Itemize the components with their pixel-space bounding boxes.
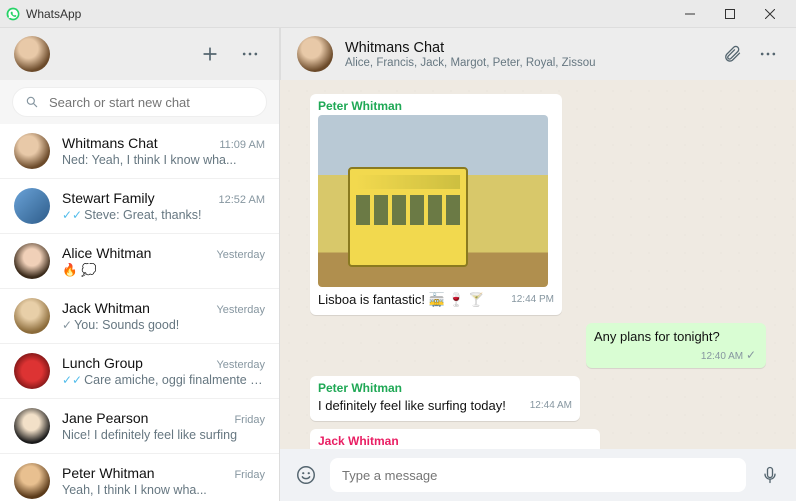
window-close-button[interactable] — [750, 0, 790, 28]
compose-input[interactable] — [342, 468, 734, 483]
chat-time: Friday — [234, 414, 265, 426]
chat-item-whitmans[interactable]: Whitmans Chat11:09 AM Ned: Yeah, I think… — [0, 124, 279, 179]
titlebar: WhatsApp — [0, 0, 796, 28]
chat-avatar — [14, 353, 50, 389]
chat-preview: Nice! I definitely feel like surfing — [62, 428, 265, 442]
chat-item-peter[interactable]: Peter WhitmanFriday Yeah, I think I know… — [0, 454, 279, 501]
message-time: 12:44 AM — [530, 400, 572, 411]
search-box[interactable] — [12, 87, 267, 117]
chat-item-alice[interactable]: Alice WhitmanYesterday 🔥 💭 — [0, 234, 279, 289]
menu-button[interactable] — [235, 42, 265, 66]
conversation-menu-button[interactable] — [756, 42, 780, 66]
chat-name: Peter Whitman — [62, 465, 234, 481]
chat-time: 12:52 AM — [219, 194, 265, 206]
chat-avatar — [14, 243, 50, 279]
chat-name: Whitmans Chat — [62, 135, 219, 151]
chat-item-jack[interactable]: Jack WhitmanYesterday ✓You: Sounds good! — [0, 289, 279, 344]
read-ticks-icon: ✓✓ — [62, 373, 82, 387]
chat-time: 11:09 AM — [219, 139, 265, 151]
chat-preview: ✓✓Steve: Great, thanks! — [62, 208, 265, 222]
chat-preview: Ned: Yeah, I think I know wha... — [62, 153, 265, 167]
chat-preview: Yeah, I think I know wha... — [62, 483, 265, 497]
message-image[interactable] — [318, 115, 548, 287]
conversation-title: Whitmans Chat — [345, 40, 708, 56]
sidebar: Whitmans Chat11:09 AM Ned: Yeah, I think… — [0, 28, 280, 501]
message-body: Any plans for tonight? — [594, 329, 720, 344]
message-body: Lisboa is fantastic! 🚋 🍷 🍸 — [318, 292, 484, 307]
read-ticks-icon: ✓✓ — [62, 208, 82, 222]
conversation-pane: Whitmans Chat Alice, Francis, Jack, Marg… — [280, 28, 796, 501]
message-body: I definitely feel like surfing today! — [318, 398, 506, 413]
message-outgoing[interactable]: Any plans for tonight? 12:40 AM ✓ — [586, 323, 766, 368]
chat-list: Whitmans Chat11:09 AM Ned: Yeah, I think… — [0, 124, 279, 501]
message-time: 12:44 PM — [511, 294, 554, 305]
window-maximize-button[interactable] — [710, 0, 750, 28]
sent-tick-icon: ✓ — [62, 318, 72, 332]
chat-name: Stewart Family — [62, 190, 219, 206]
chat-avatar — [14, 133, 50, 169]
emoji-button[interactable] — [294, 463, 318, 487]
chat-item-jane[interactable]: Jane PearsonFriday Nice! I definitely fe… — [0, 399, 279, 454]
window-title: WhatsApp — [26, 7, 670, 21]
search-bar — [0, 80, 279, 124]
conversation-header: Whitmans Chat Alice, Francis, Jack, Marg… — [280, 28, 796, 80]
search-icon — [25, 95, 39, 109]
conversation-avatar[interactable] — [297, 36, 333, 72]
chat-preview: ✓✓Care amiche, oggi finalmente posso — [62, 373, 265, 387]
chat-preview: 🔥 💭 — [62, 263, 265, 278]
chat-avatar — [14, 463, 50, 499]
message-time: 12:40 AM ✓ — [594, 348, 758, 362]
chat-time: Friday — [234, 469, 265, 481]
message-list: Peter Whitman Lisboa is fantastic! 🚋 🍷 🍸… — [280, 80, 796, 449]
message-incoming[interactable]: Jack Whitman Tonight is the movie night!… — [310, 429, 600, 449]
chat-name: Lunch Group — [62, 355, 216, 371]
new-chat-button[interactable] — [195, 42, 225, 66]
message-author: Jack Whitman — [318, 434, 592, 448]
chat-avatar — [14, 408, 50, 444]
chat-name: Jane Pearson — [62, 410, 234, 426]
chat-time: Yesterday — [216, 304, 265, 316]
chat-item-lunch[interactable]: Lunch GroupYesterday ✓✓Care amiche, oggi… — [0, 344, 279, 399]
message-author: Peter Whitman — [318, 381, 572, 395]
attach-button[interactable] — [720, 42, 744, 66]
composer — [280, 449, 796, 501]
message-incoming[interactable]: Peter Whitman I definitely feel like sur… — [310, 376, 580, 421]
search-input[interactable] — [49, 95, 254, 110]
chat-name: Jack Whitman — [62, 300, 216, 316]
sidebar-header — [0, 28, 279, 80]
compose-box[interactable] — [330, 458, 746, 492]
chat-avatar — [14, 298, 50, 334]
chat-item-stewart[interactable]: Stewart Family12:52 AM ✓✓Steve: Great, t… — [0, 179, 279, 234]
window-minimize-button[interactable] — [670, 0, 710, 28]
conversation-participants: Alice, Francis, Jack, Margot, Peter, Roy… — [345, 57, 708, 69]
chat-name: Alice Whitman — [62, 245, 216, 261]
message-incoming[interactable]: Peter Whitman Lisboa is fantastic! 🚋 🍷 🍸… — [310, 94, 562, 315]
sent-tick-icon: ✓ — [746, 348, 756, 362]
message-author: Peter Whitman — [318, 99, 554, 113]
chat-preview: ✓You: Sounds good! — [62, 318, 265, 332]
voice-button[interactable] — [758, 463, 782, 487]
my-avatar[interactable] — [14, 36, 50, 72]
chat-time: Yesterday — [216, 249, 265, 261]
chat-avatar — [14, 188, 50, 224]
whatsapp-logo-icon — [6, 7, 20, 21]
chat-time: Yesterday — [216, 359, 265, 371]
